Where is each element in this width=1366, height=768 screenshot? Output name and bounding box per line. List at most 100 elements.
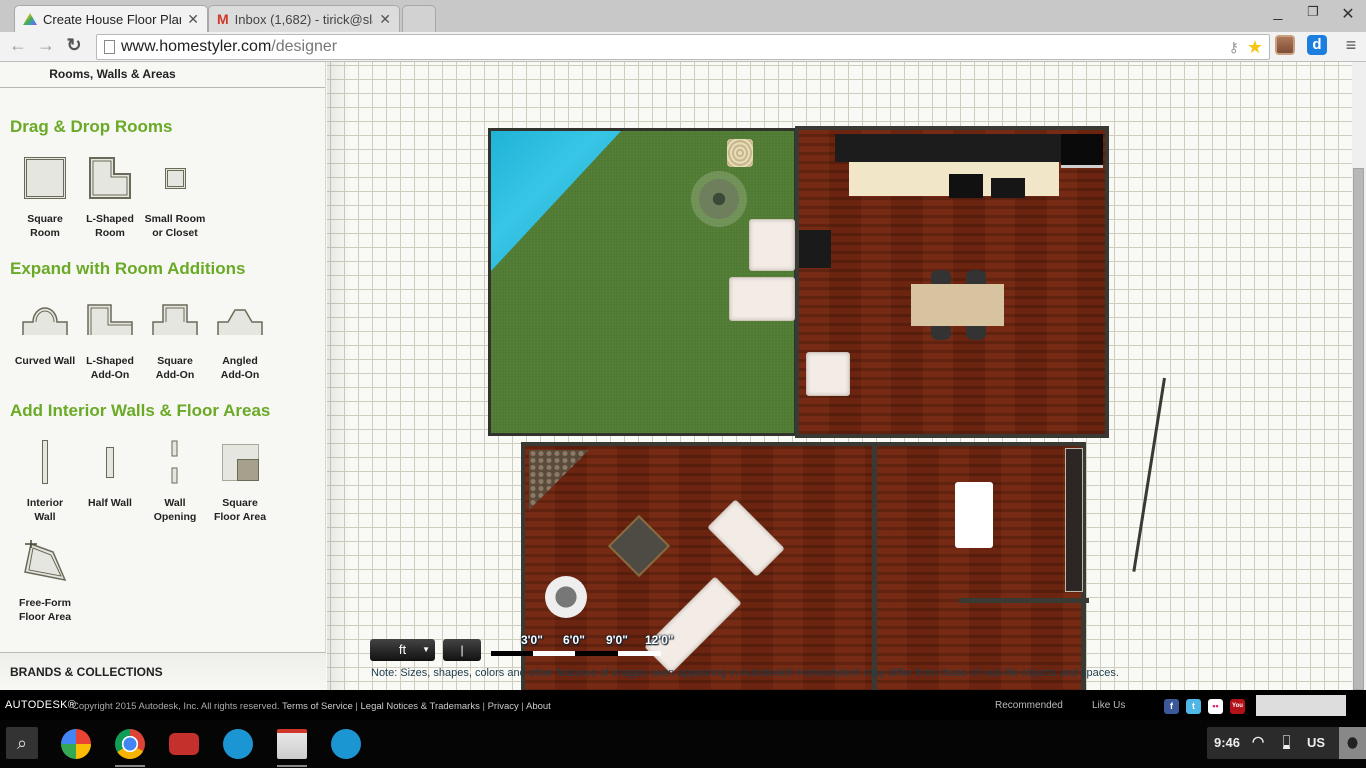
tool-half-wall[interactable]: Half Wall xyxy=(75,436,145,510)
youtube-app-icon[interactable] xyxy=(169,733,199,755)
flickr-icon[interactable]: •• xyxy=(1208,699,1223,714)
dining-chair[interactable] xyxy=(931,326,951,340)
tool-curved-wall[interactable]: Curved Wall xyxy=(10,294,80,368)
scale-label: 3'0" xyxy=(521,633,543,647)
gmail-app-icon[interactable] xyxy=(277,729,307,759)
dining-table[interactable] xyxy=(911,284,1004,326)
desk-with-chairs[interactable] xyxy=(955,482,993,548)
scale-label: 12'0" xyxy=(645,633,674,647)
tool-square-room[interactable]: Square Room xyxy=(10,152,80,240)
close-tab-icon[interactable]: ✕ xyxy=(187,11,199,28)
tool-l-shaped-room[interactable]: L-Shaped Room xyxy=(75,152,145,240)
stove xyxy=(949,174,983,198)
tool-small-room[interactable]: Small Room or Closet xyxy=(140,152,210,240)
camera-app-icon[interactable] xyxy=(223,729,253,759)
dining-chair[interactable] xyxy=(931,270,951,284)
recommended-link[interactable]: Recommended xyxy=(995,700,1063,711)
tool-label: Add-On xyxy=(90,369,130,381)
tool-label: Floor Area xyxy=(213,511,267,523)
google-app-icon[interactable] xyxy=(61,729,91,759)
coffee-table[interactable] xyxy=(607,514,671,578)
tab-title: Inbox (1,682) - tirick@slab xyxy=(234,11,374,27)
key-icon[interactable]: ⚷ xyxy=(1229,39,1239,56)
office-room[interactable] xyxy=(872,442,1089,690)
disclaimer-note: Note: Sizes, shapes, colors and other fe… xyxy=(371,667,1119,679)
tool-square-floor-area[interactable]: Square Floor Area xyxy=(205,436,275,524)
round-accent-chair[interactable] xyxy=(545,576,587,618)
chrome-app-icon[interactable] xyxy=(115,729,145,759)
mobile-app-banner[interactable] xyxy=(1256,695,1346,716)
tool-label: Add-On xyxy=(220,369,260,381)
upper-cabinets xyxy=(835,134,1063,162)
clock: 9:46 xyxy=(1214,735,1241,750)
forward-button[interactable]: → xyxy=(35,35,57,56)
chrome-menu-icon[interactable]: ≡ xyxy=(1340,35,1362,56)
sectional-sofa[interactable] xyxy=(707,499,785,577)
sectional-sofa[interactable] xyxy=(644,576,742,674)
sidebar: Rooms, Walls & Areas Drag & Drop Rooms S… xyxy=(0,62,326,690)
fire-pit[interactable] xyxy=(691,171,747,227)
address-bar[interactable]: www.homestyler.com/designer ⚷ ★ xyxy=(96,34,1270,60)
homestyler-icon xyxy=(23,13,37,25)
tool-label: Half Wall xyxy=(88,497,132,509)
homestyler-designer: Rooms, Walls & Areas Drag & Drop Rooms S… xyxy=(0,62,1366,690)
browser-toolbar: ← → ↻ www.homestyler.com/designer ⚷ ★ d … xyxy=(0,32,1366,62)
terms-link[interactable]: Terms of Service xyxy=(282,701,353,712)
battery-icon xyxy=(1283,735,1290,749)
restore-button[interactable]: ❐ xyxy=(1303,4,1323,20)
tool-label: L-Shaped xyxy=(86,355,134,367)
back-button[interactable]: ← xyxy=(7,35,29,56)
close-tab-icon[interactable]: ✕ xyxy=(379,11,391,28)
tool-label: Square xyxy=(157,355,193,367)
kitchen-dining-room[interactable] xyxy=(795,126,1109,438)
patio-lawn-room[interactable] xyxy=(488,128,797,436)
youtube-icon[interactable]: You xyxy=(1230,699,1245,714)
patio-chair[interactable] xyxy=(727,139,753,167)
facebook-icon[interactable]: f xyxy=(1164,699,1179,714)
status-tray[interactable]: 9:46 ◠ US xyxy=(1207,727,1366,759)
stone-fireplace-area xyxy=(529,450,589,510)
bookmark-star-icon[interactable]: ★ xyxy=(1247,37,1263,58)
tool-wall-opening[interactable]: Wall Opening xyxy=(140,436,210,524)
scrollbar-thumb[interactable] xyxy=(1353,168,1364,690)
twitter-icon[interactable]: t xyxy=(1186,699,1201,714)
pool xyxy=(491,131,621,271)
sidebar-header: Rooms, Walls & Areas xyxy=(0,62,325,88)
page-icon xyxy=(104,40,115,54)
measure-tool-button[interactable]: |⟵⟶| xyxy=(443,639,481,679)
dining-chair[interactable] xyxy=(966,270,986,284)
scale-segment xyxy=(618,651,661,656)
launcher-search-icon[interactable]: ⌕ xyxy=(6,727,38,759)
armchair[interactable] xyxy=(806,352,850,396)
brands-collections-tab[interactable]: BRANDS & COLLECTIONS xyxy=(0,652,326,690)
files-app-icon[interactable] xyxy=(331,729,361,759)
tool-l-shaped-addon[interactable]: L-Shaped Add-On xyxy=(75,294,145,382)
instagram-extension-icon[interactable] xyxy=(1275,35,1295,55)
unit-selector[interactable]: ft ▼ xyxy=(370,639,435,661)
tab-gmail[interactable]: M Inbox (1,682) - tirick@slab ✕ xyxy=(208,5,400,32)
tool-free-form-floor-area[interactable]: Free-Form Floor Area xyxy=(10,536,80,624)
scale-label: 9'0" xyxy=(606,633,628,647)
wall-opening-icon xyxy=(171,440,178,484)
tool-angled-addon[interactable]: Angled Add-On xyxy=(205,294,275,382)
new-tab-button[interactable] xyxy=(402,5,436,32)
privacy-link[interactable]: Privacy xyxy=(488,701,519,712)
copyright-text: Copyright 2015 Autodesk, Inc. All rights… xyxy=(72,701,280,712)
tab-title: Create House Floor Plans xyxy=(43,11,182,27)
legal-link[interactable]: Legal Notices & Trademarks xyxy=(361,701,480,712)
lounge-chair[interactable] xyxy=(749,219,795,271)
curved-wall-icon xyxy=(22,307,68,335)
section-title-room-additions: Expand with Room Additions xyxy=(10,259,246,278)
dropbox-d-extension-icon[interactable]: d xyxy=(1307,35,1327,55)
tool-interior-wall[interactable]: Interior Wall xyxy=(10,436,80,524)
reload-button[interactable]: ↻ xyxy=(63,35,85,56)
tool-label: Small Room xyxy=(144,213,206,225)
tool-label: Room xyxy=(95,227,125,239)
dining-chair[interactable] xyxy=(966,326,986,340)
tool-square-addon[interactable]: Square Add-On xyxy=(140,294,210,382)
minimize-button[interactable]: _ xyxy=(1268,4,1288,22)
tab-homestyler[interactable]: Create House Floor Plans ✕ xyxy=(14,5,208,32)
lounge-chair[interactable] xyxy=(729,277,795,321)
close-window-button[interactable]: ✕ xyxy=(1338,4,1358,24)
about-link[interactable]: About xyxy=(526,701,551,712)
